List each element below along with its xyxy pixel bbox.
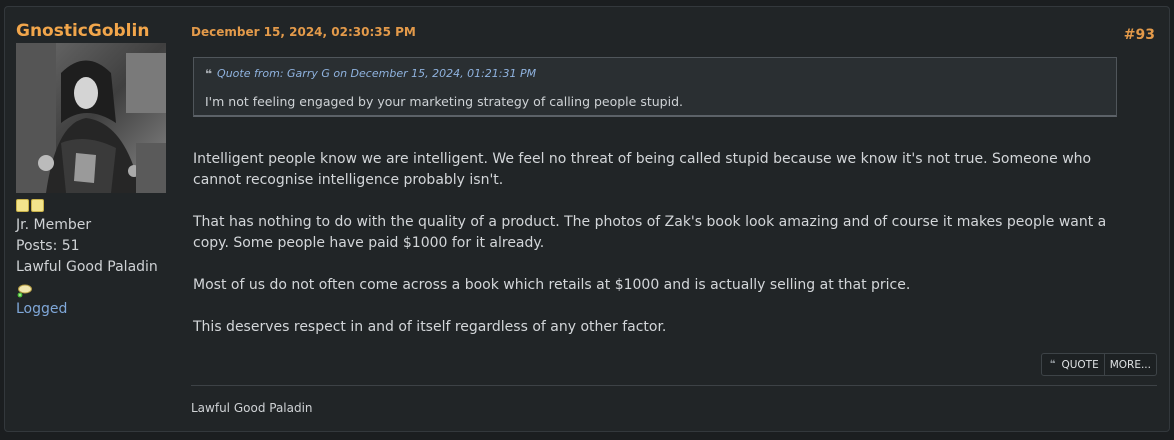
quote-icon: ❝ bbox=[205, 66, 213, 81]
rank-stars bbox=[16, 199, 181, 213]
quote-button-label: QUOTE bbox=[1061, 358, 1099, 371]
quote-header[interactable]: ❝ Quote from: Garry G on December 15, 20… bbox=[205, 67, 536, 80]
online-status-icon bbox=[17, 284, 32, 298]
post-number[interactable]: #93 bbox=[1124, 27, 1155, 43]
poster-post-count: Posts: 51 bbox=[16, 238, 80, 254]
poster-name[interactable]: GnosticGoblin bbox=[16, 19, 181, 43]
forum-post: GnosticGoblin Jr. Member Posts: 51 Lawfu… bbox=[4, 6, 1170, 432]
post-message: Intelligent people know we are intellige… bbox=[193, 149, 1133, 359]
logged-status: Logged bbox=[16, 301, 68, 317]
poster-info: GnosticGoblin Jr. Member Posts: 51 Lawfu… bbox=[16, 19, 181, 319]
message-paragraph: This deserves respect in and of itself r… bbox=[193, 319, 667, 335]
signature: Lawful Good Paladin bbox=[191, 401, 313, 415]
star-icon bbox=[31, 199, 44, 212]
more-button-label: MORE... bbox=[1109, 358, 1151, 371]
star-icon bbox=[16, 199, 29, 212]
message-paragraph: Most of us do not often come across a bo… bbox=[193, 277, 911, 293]
quote-text: I'm not feeling engaged by your marketin… bbox=[205, 94, 683, 109]
message-paragraph: That has nothing to do with the quality … bbox=[193, 214, 1107, 251]
post-actions: ❝ QUOTE MORE... bbox=[1040, 353, 1157, 376]
poster-personal-text: Lawful Good Paladin bbox=[16, 259, 158, 275]
message-paragraph: Intelligent people know we are intellige… bbox=[193, 151, 1092, 188]
more-button[interactable]: MORE... bbox=[1104, 353, 1157, 376]
avatar[interactable] bbox=[16, 43, 166, 193]
quote-header-text: Quote from: Garry G on December 15, 2024… bbox=[217, 67, 537, 80]
poster-rank: Jr. Member bbox=[16, 217, 92, 233]
quote-button[interactable]: ❝ QUOTE bbox=[1040, 353, 1105, 376]
signature-divider bbox=[191, 385, 1157, 386]
post-date[interactable]: December 15, 2024, 02:30:35 PM bbox=[191, 25, 416, 39]
quote-block: ❝ Quote from: Garry G on December 15, 20… bbox=[193, 57, 1117, 117]
quote-icon: ❝ bbox=[1049, 359, 1056, 370]
